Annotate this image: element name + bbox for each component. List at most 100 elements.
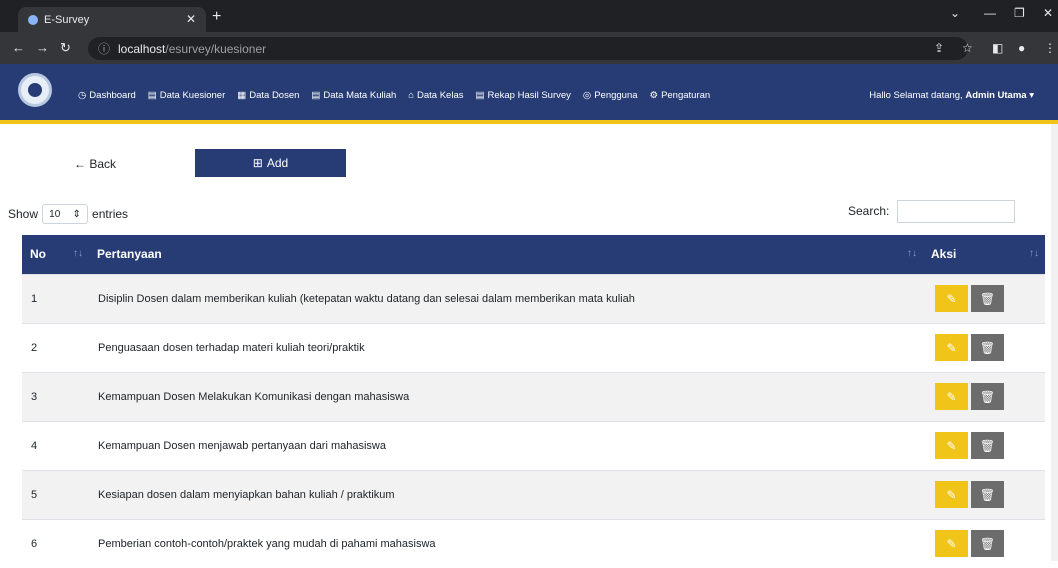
cell-aksi: ✎ 🗑 — [923, 273, 1045, 323]
home-icon: ⌂ — [408, 90, 415, 101]
caret-down-icon: ▾ — [1029, 90, 1034, 101]
sort-icon: ↑↓ — [907, 248, 917, 259]
nav-item-label: Pengguna — [594, 90, 638, 101]
cell-pertanyaan: Disiplin Dosen dalam memberikan kuliah (… — [89, 273, 923, 323]
page-scrollbar[interactable] — [1051, 124, 1058, 561]
search-input[interactable] — [897, 200, 1015, 223]
nav-item-label: Data Dosen — [249, 90, 300, 101]
university-logo[interactable] — [18, 73, 52, 107]
cell-aksi: ✎ 🗑 — [923, 420, 1045, 470]
edit-button[interactable]: ✎ — [935, 383, 968, 410]
reload-icon[interactable]: ↻ — [60, 40, 71, 56]
user-name: Admin Utama — [965, 90, 1027, 101]
bookmark-star-icon[interactable]: ☆ — [962, 41, 973, 55]
nav-item-pengaturan[interactable]: ⚙ Pengaturan — [650, 90, 711, 101]
edit-button[interactable]: ✎ — [935, 334, 968, 361]
questions-table: No ↑↓ Pertanyaan ↑↓ Aksi ↑↓ 1 Disiplin Do… — [22, 235, 1045, 568]
edit-button[interactable]: ✎ — [935, 285, 968, 312]
nav-item-label: Data Kuesioner — [159, 90, 226, 101]
list-icon: ▤ — [475, 90, 485, 101]
header-pertanyaan[interactable]: Pertanyaan ↑↓ — [89, 235, 923, 274]
trash-icon: 🗑 — [979, 340, 996, 355]
table-header-row: No ↑↓ Pertanyaan ↑↓ Aksi ↑↓ — [22, 235, 1045, 274]
delete-button[interactable]: 🗑 — [971, 481, 1004, 508]
edit-button[interactable]: ✎ — [935, 432, 968, 459]
delete-button[interactable]: 🗑 — [971, 334, 1004, 361]
delete-button[interactable]: 🗑 — [971, 432, 1004, 459]
trash-icon: 🗑 — [979, 487, 996, 502]
new-tab-icon[interactable]: + — [212, 8, 221, 26]
menu-kebab-icon[interactable]: ⋮ — [1044, 41, 1056, 55]
nav-item-data-dosen[interactable]: ▦ Data Dosen — [237, 90, 299, 101]
user-greeting[interactable]: Hallo Selamat datang, Admin Utama ▾ — [869, 90, 1034, 101]
trash-icon: 🗑 — [979, 536, 996, 551]
delete-button[interactable]: 🗑 — [971, 530, 1004, 558]
trash-icon: 🗑 — [979, 291, 996, 306]
url-host: localhost — [118, 41, 166, 56]
table-row: 4 Kemampuan Dosen menjawab pertanyaan dar… — [22, 420, 1045, 470]
close-window-icon[interactable]: ✕ — [1043, 6, 1053, 20]
tab-title: E-Survey — [44, 13, 90, 26]
add-label: Add — [266, 156, 289, 170]
table-row: 1 Disiplin Dosen dalam memberikan kuliah … — [22, 273, 1045, 323]
user-icon: ◎ — [582, 90, 592, 101]
nav-item-data-mata-kuliah[interactable]: ▤ Data Mata Kuliah — [311, 90, 396, 101]
delete-button[interactable]: 🗑 — [971, 285, 1004, 312]
dashboard-icon: ◷ — [78, 90, 87, 101]
header-no[interactable]: No ↑↓ — [22, 235, 89, 274]
back-arrow-icon[interactable]: ← — [12, 40, 25, 55]
forward-arrow-icon[interactable]: → — [36, 40, 49, 55]
trash-icon: 🗑 — [979, 389, 996, 404]
side-panel-icon[interactable]: ◧ — [992, 41, 1003, 55]
address-bar[interactable]: ⓘ localhost /esurvey/kuesioner — [88, 37, 968, 60]
nav-item-data-kuesioner[interactable]: ▤ Data Kuesioner — [148, 90, 225, 101]
header-no-label: No — [30, 247, 46, 262]
header-aksi-label: Aksi — [931, 247, 957, 262]
table-row: 5 Kesiapan dosen dalam menyiapkan bahan k… — [22, 469, 1045, 519]
select-arrows-icon: ⇕ — [72, 208, 81, 220]
cell-pertanyaan: Kemampuan Dosen Melakukan Komunikasi den… — [89, 371, 923, 421]
pencil-icon: ✎ — [946, 487, 957, 502]
pencil-icon: ✎ — [946, 438, 957, 453]
share-icon[interactable]: ⇪ — [934, 41, 944, 55]
pencil-icon: ✎ — [946, 340, 957, 355]
tab-search-icon[interactable]: ⌄ — [950, 6, 960, 20]
cell-no: 2 — [22, 322, 89, 372]
cell-pertanyaan: Penguasaan dosen terhadap materi kuliah … — [89, 322, 923, 372]
nav-item-rekap-hasil-survey[interactable]: ▤ Rekap Hasil Survey — [476, 90, 571, 101]
header-aksi[interactable]: Aksi ↑↓ — [923, 235, 1045, 274]
nav-item-pengguna[interactable]: ◎ Pengguna — [583, 90, 638, 101]
cell-no: 3 — [22, 371, 89, 421]
cell-no: 4 — [22, 420, 89, 470]
add-button[interactable]: ⊞ Add — [195, 149, 346, 177]
info-icon: ⓘ — [98, 42, 111, 56]
show-label: Show — [8, 207, 39, 221]
cell-no: 1 — [22, 273, 89, 323]
edit-button[interactable]: ✎ — [935, 481, 968, 508]
back-button[interactable]: ← Back — [74, 157, 116, 171]
profile-icon[interactable]: ● — [1018, 41, 1025, 55]
trash-icon: 🗑 — [979, 438, 996, 453]
nav-item-label: Pengaturan — [661, 90, 711, 101]
nav-item-label: Rekap Hasil Survey — [487, 90, 571, 101]
gear-icon: ⚙ — [649, 90, 659, 101]
browser-tabstrip: E-Survey ✕ + ⌄ — ❐ ✕ — [0, 0, 1058, 32]
table-row: 2 Penguasaan dosen terhadap materi kuliah… — [22, 322, 1045, 372]
browser-tab[interactable]: E-Survey ✕ — [18, 7, 206, 32]
nav-item-label: Dashboard — [89, 90, 136, 101]
minimize-icon[interactable]: — — [984, 6, 996, 20]
cell-aksi: ✎ 🗑 — [923, 371, 1045, 421]
cell-aksi: ✎ 🗑 — [923, 469, 1045, 519]
cell-pertanyaan: Kesiapan dosen dalam menyiapkan bahan ku… — [89, 469, 923, 519]
list-icon: ▤ — [147, 90, 157, 101]
nav-item-dashboard[interactable]: ◷ Dashboard — [78, 90, 136, 101]
cell-aksi: ✎ 🗑 — [923, 322, 1045, 372]
delete-button[interactable]: 🗑 — [971, 383, 1004, 410]
nav-item-data-kelas[interactable]: ⌂ Data Kelas — [408, 90, 463, 101]
close-tab-icon[interactable]: ✕ — [186, 12, 196, 26]
restore-icon[interactable]: ❐ — [1014, 6, 1025, 20]
greeting-text: Hallo Selamat datang, — [869, 90, 963, 101]
edit-button[interactable]: ✎ — [935, 530, 968, 558]
nav-item-label: Data Mata Kuliah — [323, 90, 397, 101]
entries-select[interactable]: 10 ⇕ — [42, 204, 89, 224]
